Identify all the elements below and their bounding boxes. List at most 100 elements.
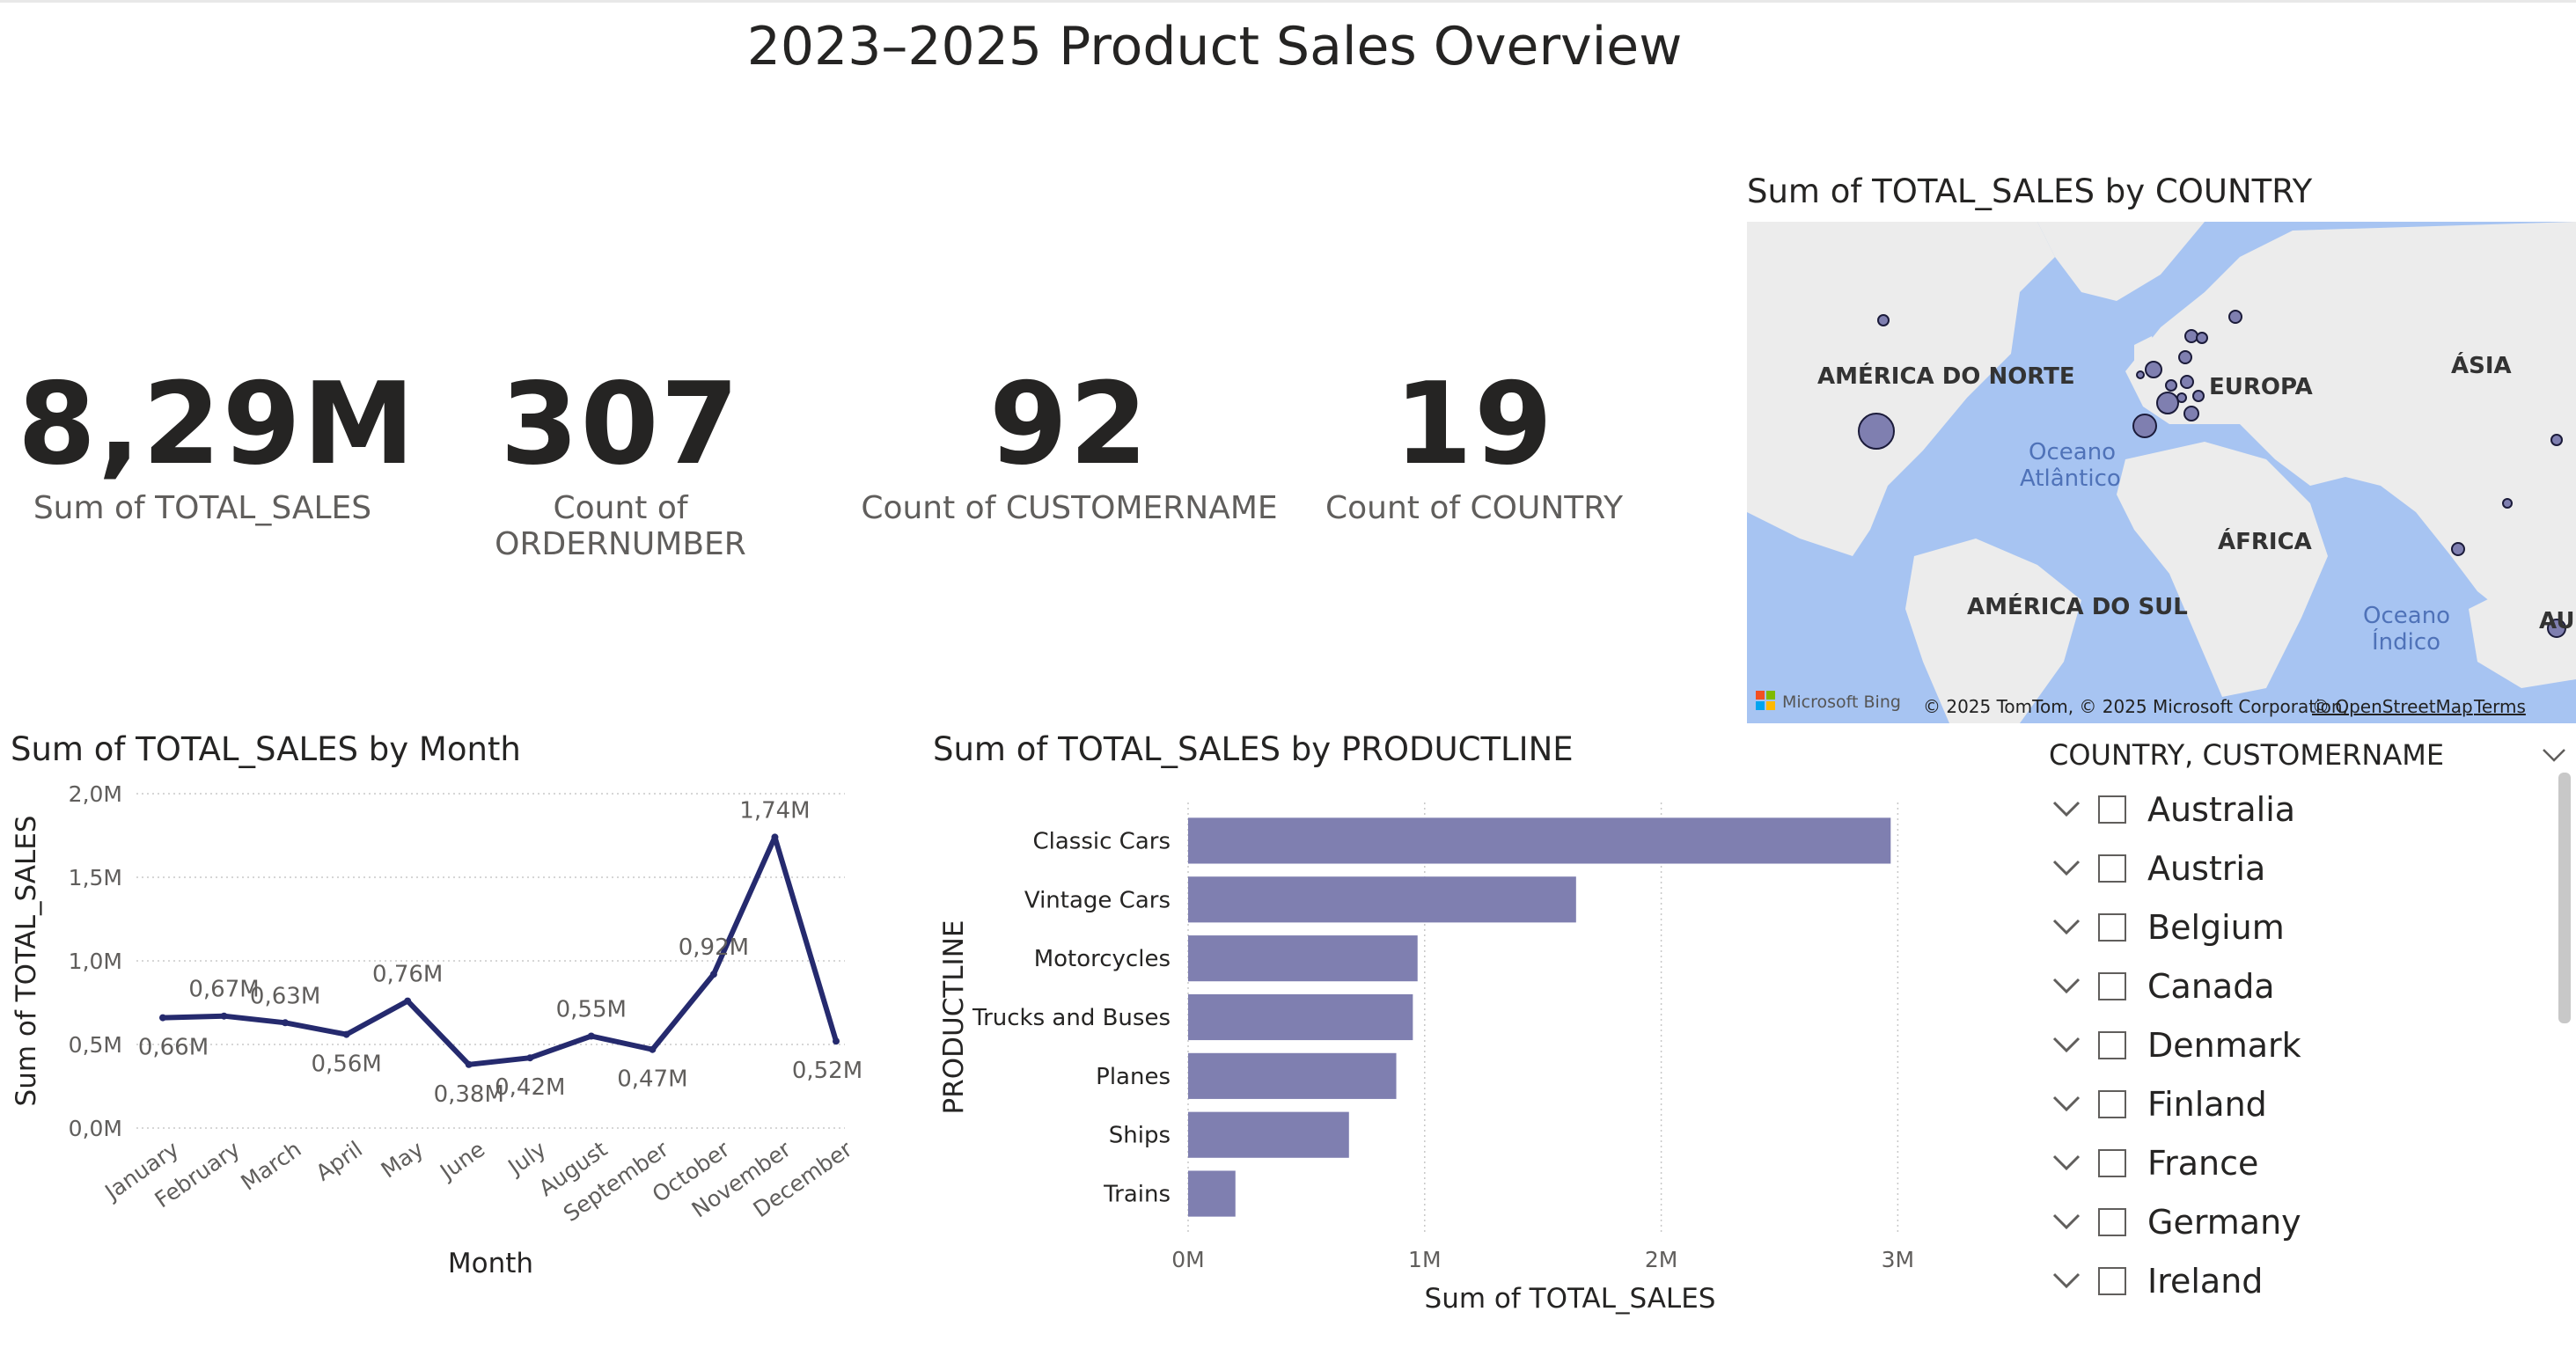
kpi-card-total-sales[interactable]: 8,29M Sum of TOTAL_SALES — [18, 359, 415, 526]
slicer-item-germany[interactable]: Germany — [2049, 1192, 2568, 1251]
kpi-label: Count of CUSTOMERNAME — [861, 490, 1278, 526]
kpi-label: Count of ORDERNUMBER — [495, 490, 746, 562]
y-tick-label: 0,5M — [69, 1032, 122, 1058]
kpi-value: 19 — [1393, 359, 1555, 490]
line-chart-title: Sum of TOTAL_SALES by Month — [11, 730, 521, 768]
y-tick-label: Motorcycles — [1034, 946, 1171, 972]
osm-link: © OpenStreetMap — [2312, 696, 2473, 717]
checkbox[interactable] — [2098, 971, 2126, 1000]
data-point — [282, 1019, 290, 1027]
map-copyright: © 2025 TomTom, © 2025 Microsoft Corporat… — [1923, 696, 2348, 717]
chevron-down-icon[interactable] — [2049, 792, 2084, 827]
slicer-item-label: Germany — [2147, 1202, 2301, 1242]
bar — [1188, 1052, 1397, 1099]
data-point — [771, 833, 779, 841]
slicer-item-label: Denmark — [2147, 1025, 2301, 1065]
kpi-card-order-count[interactable]: 307 Count of ORDERNUMBER — [422, 359, 818, 562]
slicer-item-label: France — [2147, 1143, 2259, 1183]
data-point — [709, 971, 717, 978]
checkbox[interactable] — [2098, 1030, 2126, 1059]
label-asia: ÁSIA — [2451, 351, 2512, 379]
country-slicer: COUNTRY, CUSTOMERNAME Australia Austria Be… — [2049, 737, 2568, 1336]
slicer-item-finland[interactable]: Finland — [2049, 1074, 2568, 1133]
data-point — [649, 1045, 657, 1053]
y-tick-label: Vintage Cars — [1024, 887, 1171, 913]
checkbox[interactable] — [2098, 912, 2126, 942]
slicer-item-ireland[interactable]: Ireland — [2049, 1251, 2568, 1310]
label-europe: EUROPA — [2209, 374, 2313, 400]
bubble-philippines — [2502, 498, 2513, 509]
slicer-item-austria[interactable]: Austria — [2049, 839, 2568, 898]
checkbox[interactable] — [2098, 854, 2126, 883]
x-tick-label: 3M — [1882, 1247, 1914, 1272]
bubble-spain — [2132, 414, 2157, 438]
checkbox[interactable] — [2098, 1266, 2126, 1295]
slicer-scrollbar[interactable] — [2558, 773, 2571, 1023]
chevron-down-icon[interactable] — [2540, 746, 2568, 764]
top-border — [0, 0, 2576, 3]
checkbox[interactable] — [2098, 1148, 2126, 1177]
slicer-header: COUNTRY, CUSTOMERNAME — [2049, 738, 2445, 772]
slicer-item-australia[interactable]: Australia — [2049, 780, 2568, 839]
data-point — [342, 1030, 350, 1038]
checkbox[interactable] — [2098, 1089, 2126, 1118]
slicer-item-belgium[interactable]: Belgium — [2049, 898, 2568, 956]
bar — [1188, 1111, 1349, 1158]
chevron-down-icon[interactable] — [2049, 1264, 2084, 1299]
chevron-down-icon[interactable] — [2049, 1205, 2084, 1240]
sales-map[interactable]: AMÉRICA DO NORTE EUROPA ÁSIA ÁFRICA AMÉR… — [1747, 222, 2576, 723]
bubble-sweden — [2196, 332, 2208, 344]
bubble-norway — [2184, 329, 2198, 343]
kpi-card-country-count[interactable]: 19 Count of COUNTRY — [1320, 359, 1628, 526]
x-tick-label: 0M — [1171, 1247, 1204, 1272]
bar — [1188, 876, 1576, 923]
data-label: 0,52M — [792, 1058, 862, 1084]
chevron-down-icon[interactable] — [2049, 1146, 2084, 1181]
data-label: 0,76M — [372, 962, 443, 988]
land-greenland — [2037, 222, 2205, 301]
slicer-item-france[interactable]: France — [2049, 1133, 2568, 1192]
chevron-down-icon[interactable] — [2049, 969, 2084, 1004]
slicer-item-denmark[interactable]: Denmark — [2049, 1015, 2568, 1074]
data-label: 0,66M — [138, 1035, 209, 1061]
y-tick-label: 2,0M — [69, 781, 122, 807]
label-indian-2: Índico — [2372, 627, 2440, 656]
chevron-down-icon[interactable] — [2049, 910, 2084, 945]
data-label: 0,38M — [434, 1081, 504, 1108]
slicer-item-canada[interactable]: Canada — [2049, 956, 2568, 1015]
land-africa — [2117, 442, 2328, 697]
y-tick-label: Ships — [1109, 1123, 1171, 1149]
line-chart[interactable]: 0,0M 0,5M 1,0M 1,5M 2,0M 0,66M 0,67M0,63M 0,56M… — [0, 774, 880, 1302]
bubble-usa — [1858, 413, 1895, 450]
slicer-item-label: Austria — [2147, 848, 2266, 888]
checkbox[interactable] — [2098, 1207, 2126, 1236]
y-axis-title: Sum of TOTAL_SALES — [11, 816, 42, 1107]
data-point — [587, 1032, 595, 1040]
bubble-germany — [2180, 375, 2194, 389]
y-tick-label: 1,5M — [69, 865, 122, 890]
map-brand: Microsoft Bing — [1782, 692, 1901, 712]
data-point — [159, 1014, 166, 1022]
chevron-down-icon[interactable] — [2049, 1087, 2084, 1122]
data-label: 0,92M — [679, 934, 749, 961]
kpi-value: 307 — [500, 359, 741, 490]
bubble-singapore — [2451, 542, 2465, 556]
data-point — [465, 1060, 473, 1068]
bar-chart[interactable]: 0M 1M 2M 3M Classic Cars Vintage Cars Motorcyc… — [924, 774, 1980, 1320]
checkbox[interactable] — [2098, 795, 2126, 824]
bar — [1188, 993, 1413, 1041]
data-label: 1,74M — [739, 797, 810, 824]
slicer-item-label: Canada — [2147, 966, 2275, 1006]
chevron-down-icon[interactable] — [2049, 851, 2084, 886]
x-tick-label: April — [312, 1136, 367, 1186]
bar-chart-title: Sum of TOTAL_SALES by PRODUCTLINE — [933, 730, 1574, 768]
bar — [1188, 1170, 1236, 1217]
slicer-list: Australia Austria Belgium Canada Denmark Finl… — [2049, 780, 2568, 1310]
kpi-label: Count of COUNTRY — [1325, 490, 1623, 526]
bubble-austria — [2192, 390, 2205, 402]
x-axis-title: Month — [448, 1248, 533, 1279]
y-tick-label: Planes — [1096, 1064, 1171, 1090]
y-tick-label: Trucks and Buses — [972, 1005, 1171, 1031]
chevron-down-icon[interactable] — [2049, 1028, 2084, 1063]
kpi-card-customer-count[interactable]: 92 Count of CUSTOMERNAME — [858, 359, 1281, 526]
